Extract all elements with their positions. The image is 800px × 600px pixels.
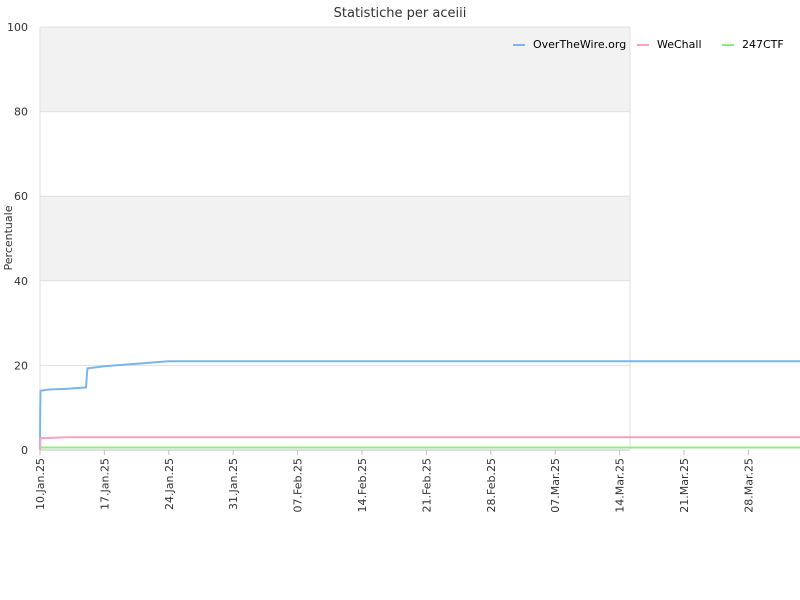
legend-item-wechall[interactable]: WeChall (637, 38, 702, 51)
legend-label: OverTheWire.org (533, 38, 626, 51)
legend[interactable]: OverTheWire.org WeChall 247CTF (513, 38, 784, 51)
y-tick-label: 40 (14, 275, 28, 288)
y-axis-label: Percentuale (2, 205, 15, 270)
x-tick-label: 24.Jan.25 (163, 458, 176, 510)
legend-label: 247CTF (742, 38, 784, 51)
x-tick-label: 14.Mar.25 (614, 458, 627, 513)
y-tick-label: 100 (7, 21, 28, 34)
legend-label: WeChall (657, 38, 702, 51)
x-tick-label: 21.Feb.25 (420, 458, 433, 512)
x-tick-label: 07.Mar.25 (549, 458, 562, 513)
plot-band (40, 196, 630, 281)
x-tick-label: 14.Feb.25 (356, 458, 369, 512)
chart: 0 20 40 60 80 100 10.Jan.25 17.Jan.25 24.Jan.25… (2, 6, 800, 513)
y-tick-label: 20 (14, 359, 28, 372)
x-tick-label: 31.Jan.25 (227, 458, 240, 510)
y-tick-label: 0 (21, 444, 28, 457)
y-tick-label: 60 (14, 190, 28, 203)
x-tick-label: 10.Jan.25 (34, 458, 47, 510)
x-tick-label: 07.Feb.25 (292, 458, 305, 512)
x-tick-label: 28.Mar.25 (742, 458, 755, 513)
x-tick-label: 17.Jan.25 (98, 458, 111, 510)
x-tick-label: 21.Mar.25 (678, 458, 691, 513)
x-tick-label: 28.Feb.25 (485, 458, 498, 512)
legend-item-247ctf[interactable]: 247CTF (722, 38, 784, 51)
chart-title: Statistiche per aceiii (334, 6, 467, 21)
y-tick-label: 80 (14, 106, 28, 119)
